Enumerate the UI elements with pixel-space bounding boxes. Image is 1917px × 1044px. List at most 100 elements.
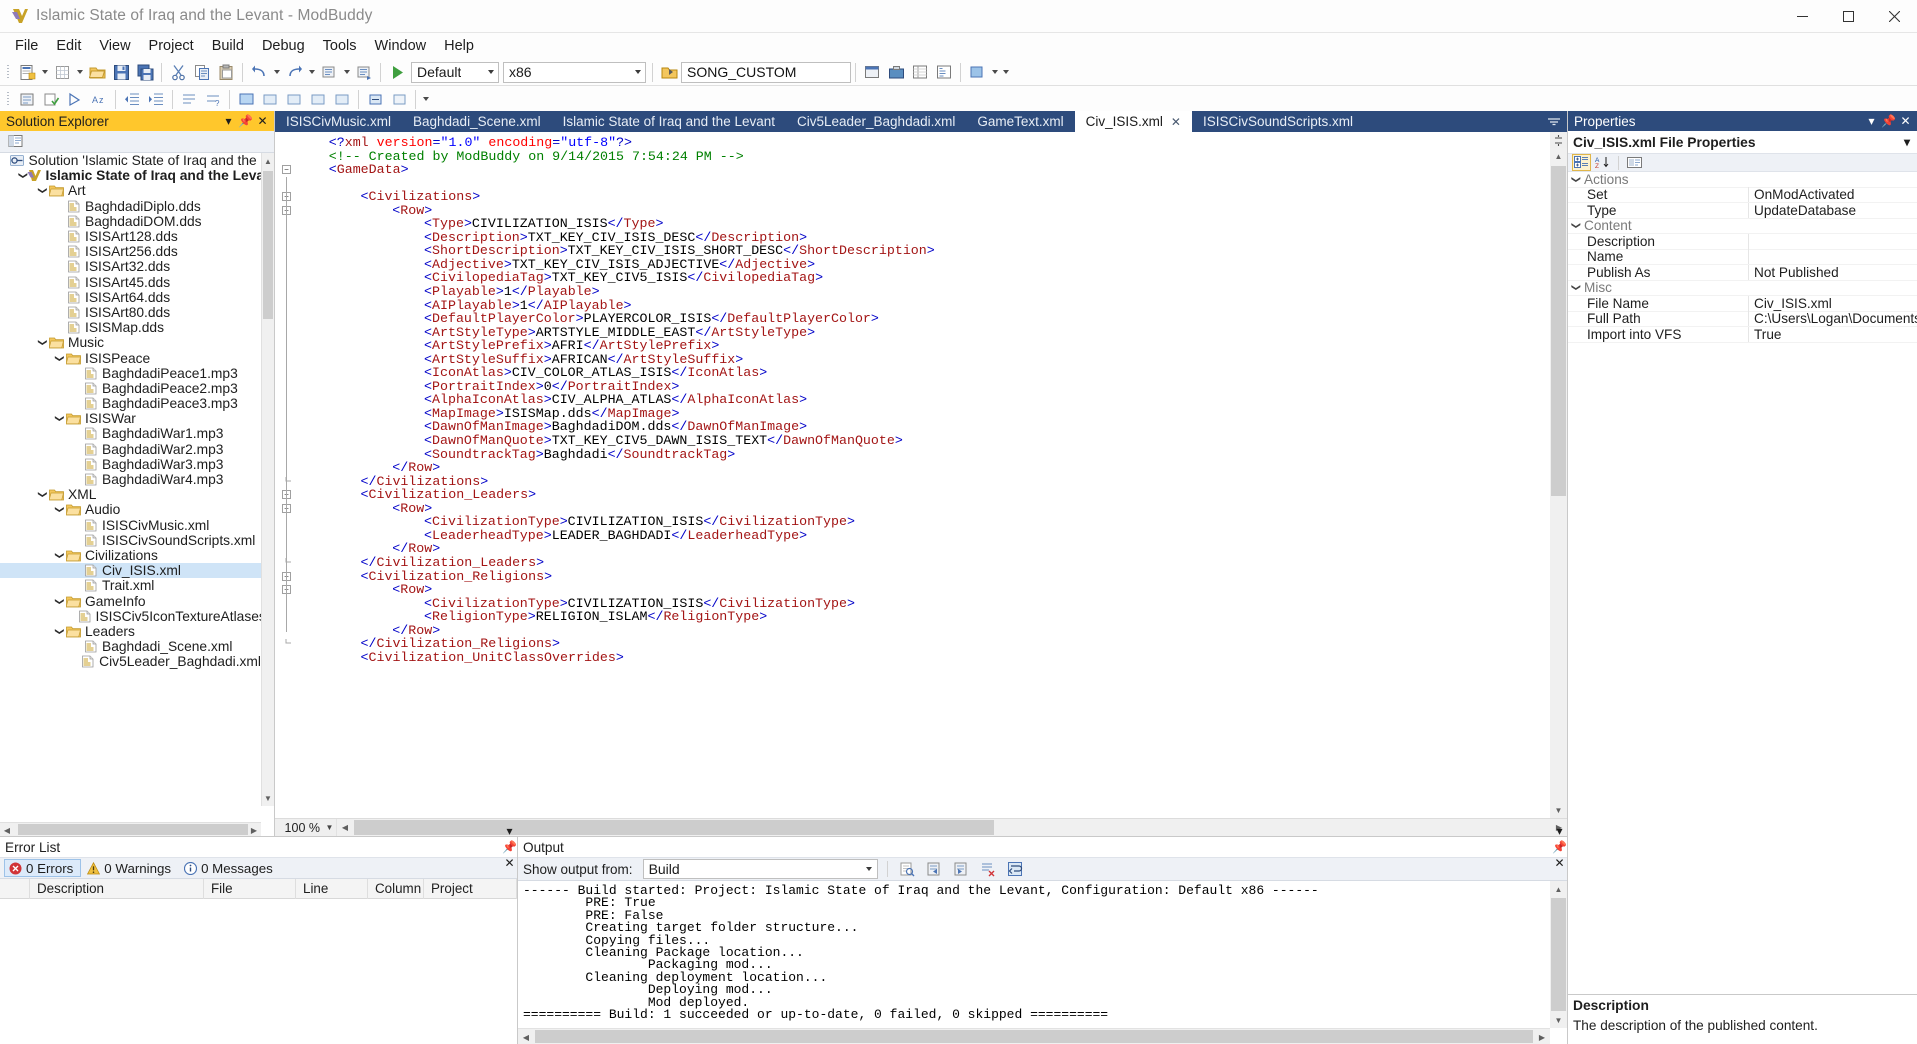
tree-item[interactable]: ❯BaghdadiWar3.mp3: [0, 457, 261, 472]
property-row[interactable]: Type UpdateDatabase: [1568, 202, 1917, 219]
tree-item[interactable]: ❯ Art: [0, 183, 261, 198]
tree-item[interactable]: ❯ GameInfo: [0, 593, 261, 609]
redo-icon[interactable]: [282, 61, 306, 84]
tree-item[interactable]: ❯ISISArt64.dds: [0, 290, 261, 305]
editor-hscrollbar[interactable]: ◀ ▶: [336, 819, 1567, 836]
menu-project[interactable]: Project: [140, 35, 203, 57]
platform-combo[interactable]: x86: [503, 61, 646, 83]
tree-item[interactable]: ❯BaghdadiPeace2.mp3: [0, 381, 261, 396]
tree-item[interactable]: ❯BaghdadiWar2.mp3: [0, 442, 261, 457]
tree-item[interactable]: ❯BaghdadiDOM.dds: [0, 214, 261, 229]
toggle-bookmark-icon[interactable]: [234, 88, 258, 111]
close-icon[interactable]: ✕: [1171, 115, 1181, 129]
toolbar-grip[interactable]: [4, 62, 13, 82]
close-icon[interactable]: ✕: [255, 113, 270, 129]
vscroll-thumb[interactable]: [263, 171, 273, 319]
property-row[interactable]: Full PathC:\Users\Logan\Documents\Firaxi…: [1568, 311, 1917, 327]
toolbar-overflow-icon[interactable]: [1000, 61, 1011, 84]
configuration-combo[interactable]: Default: [411, 61, 499, 83]
property-category[interactable]: ❯ Misc: [1568, 280, 1917, 296]
hscroll-thumb[interactable]: [354, 820, 994, 835]
property-row[interactable]: Name: [1568, 249, 1917, 265]
solution-explorer-window-icon[interactable]: [932, 61, 956, 84]
find-message-icon[interactable]: [895, 858, 919, 881]
tree-item[interactable]: ❯ Civilizations: [0, 548, 261, 563]
collapse-icon[interactable]: −: [282, 165, 291, 175]
scroll-right-icon[interactable]: ▶: [1534, 1029, 1550, 1044]
hscroll-thumb[interactable]: [535, 1030, 1533, 1043]
uncomment-selection-icon[interactable]: ?: [201, 88, 225, 111]
comment-selection-icon[interactable]: [177, 88, 201, 111]
property-row[interactable]: Description: [1568, 233, 1917, 250]
tree-item[interactable]: ❯BaghdadiWar4.mp3: [0, 472, 261, 487]
vscroll-thumb[interactable]: [1551, 898, 1566, 1011]
column-file[interactable]: File: [204, 878, 296, 899]
chevron-down-icon[interactable]: ❯: [54, 352, 65, 365]
editor-tab[interactable]: Baghdadi_Scene.xml: [402, 111, 552, 132]
collapse-all-icon[interactable]: [387, 88, 411, 111]
other-windows-dropdown-icon[interactable]: [989, 61, 1000, 84]
close-icon[interactable]: ✕: [1552, 855, 1567, 871]
output-source-combo[interactable]: Build: [642, 859, 878, 879]
toggle-outlining-icon[interactable]: [363, 88, 387, 111]
menu-debug[interactable]: Debug: [253, 35, 314, 57]
chevron-down-icon[interactable]: ▾: [221, 113, 236, 129]
property-value[interactable]: Civ_ISIS.xml: [1749, 296, 1917, 311]
pin-icon[interactable]: 📌: [1552, 839, 1567, 855]
property-value[interactable]: OnModActivated: [1749, 187, 1917, 202]
song-field[interactable]: SONG_CUSTOM: [681, 61, 851, 83]
undo-dropdown-icon[interactable]: [271, 61, 282, 84]
property-value[interactable]: UpdateDatabase: [1749, 203, 1917, 218]
messages-filter-button[interactable]: 0 Messages: [180, 859, 280, 877]
toolbar2-overflow-icon[interactable]: [420, 88, 431, 111]
new-project-dropdown-icon[interactable]: [39, 61, 50, 84]
property-value[interactable]: C:\Users\Logan\Documents\Firaxis ModB: [1749, 311, 1917, 326]
scroll-up-icon[interactable]: ▲: [1550, 881, 1567, 897]
chevron-down-icon[interactable]: ▾: [1902, 134, 1917, 150]
editor-tab[interactable]: Islamic State of Iraq and the Levant: [552, 111, 786, 132]
chevron-down-icon[interactable]: ❯: [54, 595, 65, 608]
property-category[interactable]: ❯ Actions: [1568, 172, 1917, 188]
tree-item[interactable]: ❯ISISCivMusic.xml: [0, 518, 261, 533]
chevron-down-icon[interactable]: ▾: [502, 823, 517, 839]
copy-icon[interactable]: [190, 61, 214, 84]
zoom-level[interactable]: 100 %: [275, 819, 323, 836]
tree-item[interactable]: ❯ Leaders: [0, 624, 261, 639]
property-category[interactable]: ❯ Content: [1568, 218, 1917, 234]
tree-item[interactable]: ❯ XML: [0, 487, 261, 502]
errors-filter-button[interactable]: 0 Errors: [4, 859, 82, 877]
tree-item[interactable]: ❯ISISCivSoundScripts.xml: [0, 533, 261, 548]
chevron-down-icon[interactable]: ▾: [1864, 113, 1879, 129]
clear-bookmarks-icon[interactable]: [306, 88, 330, 111]
tree-item[interactable]: ❯ISISArt32.dds: [0, 259, 261, 274]
browse-folder-icon[interactable]: [657, 61, 681, 84]
scroll-left-icon[interactable]: ◀: [337, 819, 353, 836]
property-row[interactable]: Publish As Not Published: [1568, 264, 1917, 281]
chevron-down-icon[interactable]: ▾: [1552, 823, 1567, 839]
next-bookmark-icon[interactable]: [282, 88, 306, 111]
go-to-next-message-icon[interactable]: [949, 858, 973, 881]
menu-edit[interactable]: Edit: [47, 35, 90, 57]
abc-icon[interactable]: Az: [87, 88, 111, 111]
navigate-backward-icon[interactable]: [317, 61, 341, 84]
save-all-icon[interactable]: [133, 61, 157, 84]
properties-grid[interactable]: ❯ Actions Set OnModActivated Type UpdateDatab…: [1568, 172, 1917, 343]
tree-item[interactable]: ❯BaghdadiDiplo.dds: [0, 199, 261, 214]
editor-tab[interactable]: GameText.xml: [966, 111, 1074, 132]
scroll-down-icon[interactable]: ▼: [1550, 802, 1567, 818]
chevron-down-icon[interactable]: ❯: [37, 336, 48, 349]
scroll-down-icon[interactable]: ▼: [1550, 1012, 1567, 1028]
new-item-dropdown-icon[interactable]: [74, 61, 85, 84]
chevron-down-icon[interactable]: ❯: [54, 412, 65, 425]
other-windows-icon[interactable]: [965, 61, 989, 84]
tree-item[interactable]: ❯Trait.xml: [0, 578, 261, 593]
minimize-button[interactable]: [1779, 0, 1825, 33]
tab-list-menu-icon[interactable]: [1541, 111, 1567, 132]
vscroll-thumb[interactable]: [1551, 166, 1566, 496]
pin-icon[interactable]: 📌: [238, 113, 253, 129]
new-project-icon[interactable]: [15, 61, 39, 84]
maximize-button[interactable]: [1825, 0, 1871, 33]
go-to-previous-message-icon[interactable]: [922, 858, 946, 881]
chevron-down-icon[interactable]: ❯: [37, 184, 48, 197]
xml-code-area[interactable]: <?xml version="1.0" encoding="utf-8"?> <!…: [275, 132, 1550, 818]
